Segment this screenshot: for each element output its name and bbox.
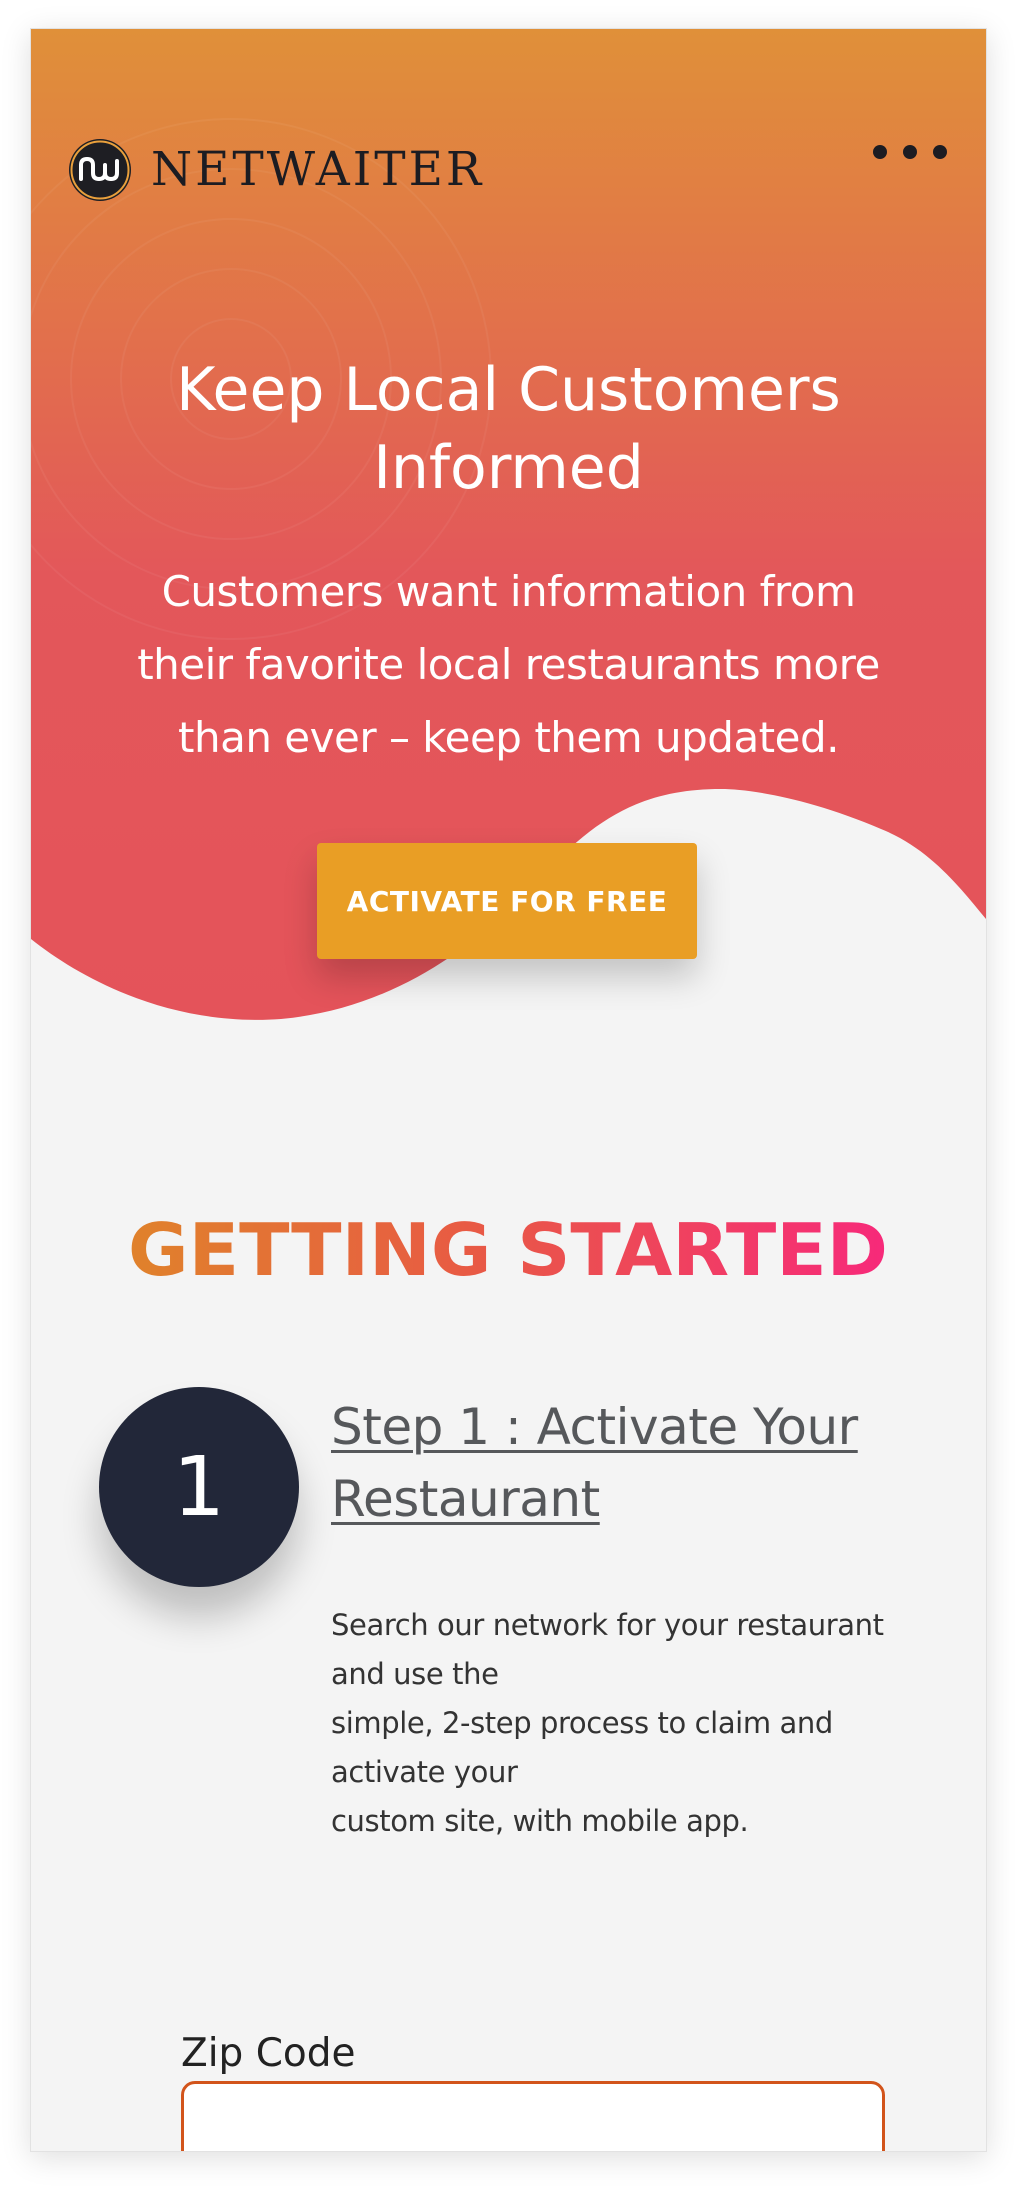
more-horizontal-icon[interactable] — [873, 145, 947, 169]
step-description-line: Search our network for your restaurant — [331, 1608, 884, 1642]
zip-code-label: Zip Code — [181, 2031, 356, 2076]
step-1-description: Search our network for your restaurant a… — [331, 1601, 971, 1846]
step-title-line: Restaurant — [331, 1470, 600, 1528]
step-title-line: Step 1 : Activate Your — [331, 1398, 858, 1456]
hero-title: Keep Local Customers Informed — [176, 355, 841, 503]
getting-started-heading-text: GETTING STARTED — [128, 1208, 888, 1292]
brand-name: NETWAITER — [151, 142, 485, 197]
netwaiter-logo-icon — [69, 139, 131, 201]
step-description-line: and use the — [331, 1657, 499, 1691]
hero-subtitle-line: their favorite local restaurants more — [137, 640, 880, 689]
zip-code-input[interactable] — [181, 2081, 885, 2151]
top-navigation: NETWAITER — [67, 137, 947, 201]
brand-logo[interactable]: NETWAITER — [67, 137, 484, 203]
step-number-badge: 1 — [99, 1387, 299, 1587]
step-description-line: custom site, with mobile app. — [331, 1804, 749, 1838]
hero-subtitle: Customers want information from their fa… — [51, 555, 966, 774]
step-1-title-link[interactable]: Step 1 : Activate Your Restaurant — [331, 1391, 971, 1535]
activate-for-free-button[interactable]: ACTIVATE FOR FREE — [317, 843, 697, 959]
hero-subtitle-line: than ever – keep them updated. — [178, 713, 840, 762]
page: NETWAITER Keep Local Customers Informed … — [30, 28, 987, 2152]
getting-started-heading: GETTING STARTED — [128, 1208, 888, 1292]
step-description-line: simple, 2-step process to claim and — [331, 1706, 833, 1740]
hero-subtitle-line: Customers want information from — [161, 567, 856, 616]
step-description-line: activate your — [331, 1755, 518, 1789]
